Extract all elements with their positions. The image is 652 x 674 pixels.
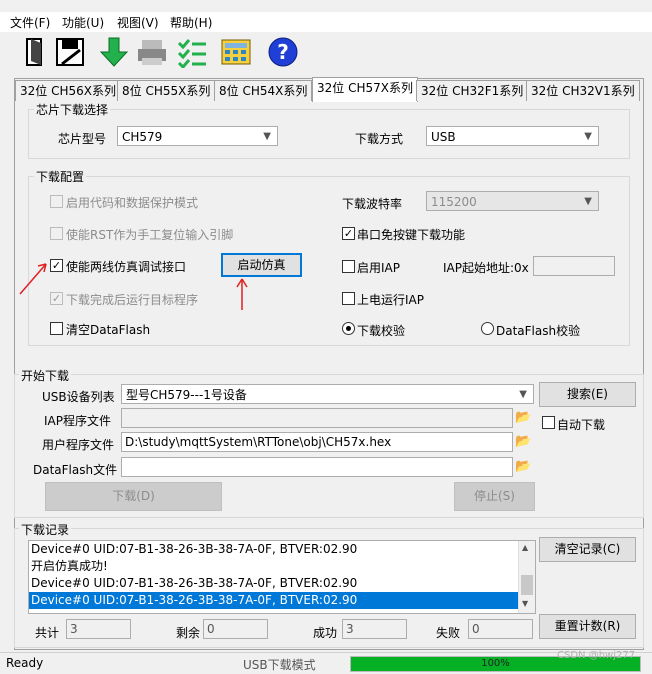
power-run-iap-label: 上电运行IAP [357, 293, 424, 307]
rst-pin-label: 使能RST作为手工复位输入引脚 [66, 228, 234, 242]
code-protect-checkbox[interactable] [50, 195, 63, 208]
tab-ch55x[interactable]: 8位 CH55X系列 [117, 80, 216, 101]
tab-ch54x[interactable]: 8位 CH54X系列 [214, 80, 313, 101]
dataflash-verify-radio[interactable] [481, 322, 494, 335]
config-title: 下载配置 [34, 168, 87, 185]
iap-address-label: IAP起始地址:0x [443, 261, 529, 275]
help-glyph: ? [277, 40, 289, 64]
dataflash-verify-label: DataFlash校验 [496, 324, 581, 338]
serial-nokey-checkbox[interactable]: ✓ [342, 227, 355, 240]
menu-view[interactable]: 视图(V) [117, 14, 159, 31]
baud-value: 115200 [431, 195, 477, 209]
log-row[interactable]: Device#0 UID:07-B1-38-26-3B-38-7A-0F, BT… [29, 541, 535, 558]
reset-count-button[interactable]: 重置计数(R) [539, 614, 636, 639]
help-icon[interactable]: ? [267, 36, 299, 68]
folder-icon[interactable]: 📂 [515, 435, 531, 449]
menu-bar: 文件(F) 功能(U) 视图(V) 帮助(H) [0, 12, 652, 32]
auto-download-label: 自动下载 [557, 418, 606, 432]
search-button[interactable]: 搜索(E) [539, 382, 636, 407]
checklist-icon[interactable] [176, 36, 208, 70]
clear-log-button[interactable]: 清空记录(C) [539, 537, 636, 562]
save-icon[interactable] [54, 36, 86, 68]
scroll-down-icon[interactable]: ▼ [522, 599, 528, 608]
success-label: 成功 [313, 626, 338, 640]
folder-icon[interactable]: 📂 [515, 460, 531, 474]
annotation-arrow-icon [236, 278, 248, 310]
tab-ch57x[interactable]: 32位 CH57X系列 [312, 77, 418, 102]
iap-file-label: IAP程序文件 [44, 414, 111, 428]
folder-icon[interactable]: 📂 [515, 411, 531, 425]
swd-label: 使能两线仿真调试接口 [66, 260, 187, 274]
scroll-up-icon[interactable]: ▲ [522, 543, 528, 552]
fail-count: 0 [468, 619, 533, 639]
start-download-title: 开始下载 [19, 367, 72, 384]
clear-dataflash-checkbox[interactable] [50, 322, 63, 335]
annotation-arrow-icon [19, 263, 47, 295]
tab-ch56x[interactable]: 32位 CH56X系列 [15, 80, 121, 101]
verify-label: 下载校验 [357, 324, 406, 338]
remain-label: 剩余 [176, 626, 201, 640]
status-mode: USB下载模式 [243, 658, 316, 672]
log-row[interactable]: 开启仿真成功! [29, 558, 535, 575]
usb-device-label: USB设备列表 [42, 390, 115, 404]
iap-file-input[interactable] [121, 408, 513, 428]
stop-button[interactable]: 停止(S) [454, 482, 535, 511]
chip-model-select[interactable]: CH579 ▼ [117, 126, 278, 146]
download-arrow-icon[interactable] [98, 36, 130, 68]
menu-file[interactable]: 文件(F) [10, 14, 50, 31]
enable-iap-checkbox[interactable] [342, 260, 355, 273]
clear-dataflash-label: 清空DataFlash [66, 323, 151, 337]
status-ready: Ready [6, 656, 44, 670]
chevron-down-icon: ▼ [584, 196, 592, 207]
rst-pin-checkbox[interactable] [50, 227, 63, 240]
log-row[interactable]: Device#0 UID:07-B1-38-26-3B-38-7A-0F, BT… [29, 575, 535, 592]
baud-label: 下载波特率 [342, 197, 403, 211]
verify-radio[interactable] [342, 322, 355, 335]
serial-nokey-label: 串口免按键下载功能 [357, 228, 466, 242]
log-list[interactable]: Device#0 UID:07-B1-38-26-3B-38-7A-0F, BT… [28, 540, 536, 614]
usb-device-select[interactable]: 型号CH579---1号设备 ▼ [121, 384, 534, 404]
run-after-label: 下载完成后运行目标程序 [66, 293, 199, 307]
chevron-down-icon: ▼ [519, 389, 527, 400]
tab-ch32v1[interactable]: 32位 CH32V1系列 [526, 80, 640, 101]
calculator-icon[interactable] [220, 36, 252, 68]
menu-function[interactable]: 功能(U) [62, 14, 104, 31]
log-scrollbar[interactable]: ▲ ▼ [518, 541, 535, 613]
printer-icon[interactable] [136, 36, 168, 68]
total-count: 3 [66, 619, 131, 639]
open-file-icon[interactable] [19, 36, 51, 68]
toolbar: ? [0, 32, 652, 74]
download-mode-label: 下载方式 [355, 132, 404, 146]
chevron-down-icon: ▼ [263, 131, 271, 142]
start-emulation-button[interactable]: 启动仿真 [221, 253, 302, 277]
fail-label: 失败 [436, 626, 461, 640]
download-mode-select[interactable]: USB ▼ [426, 126, 599, 146]
remain-count: 0 [203, 619, 268, 639]
chip-model-label: 芯片型号 [58, 132, 107, 146]
enable-iap-label: 启用IAP [357, 261, 400, 275]
chip-model-value: CH579 [122, 130, 163, 144]
power-run-iap-checkbox[interactable] [342, 292, 355, 305]
usb-device-value: 型号CH579---1号设备 [126, 388, 247, 402]
user-file-label: 用户程序文件 [42, 438, 115, 452]
menu-help[interactable]: 帮助(H) [170, 14, 212, 31]
scroll-thumb[interactable] [521, 575, 533, 595]
success-count: 3 [342, 619, 407, 639]
tab-ch32f1[interactable]: 32位 CH32F1系列 [416, 80, 529, 101]
dataflash-file-label: DataFlash文件 [33, 463, 118, 477]
baud-select[interactable]: 115200 ▼ [426, 191, 599, 211]
dataflash-file-input[interactable] [121, 457, 513, 477]
iap-address-input[interactable] [533, 256, 615, 276]
log-title: 下载记录 [19, 521, 72, 538]
code-protect-label: 启用代码和数据保护模式 [66, 196, 199, 210]
watermark: CSDN @hwj277 [557, 650, 636, 661]
total-label: 共计 [35, 626, 60, 640]
download-button[interactable]: 下载(D) [45, 482, 222, 511]
download-mode-value: USB [431, 130, 456, 144]
chevron-down-icon: ▼ [584, 131, 592, 142]
auto-download-checkbox[interactable] [542, 416, 555, 429]
log-row[interactable]: Device#0 UID:07-B1-38-26-3B-38-7A-0F, BT… [29, 592, 535, 609]
chip-select-title: 芯片下载选择 [34, 101, 111, 118]
user-file-input[interactable]: D:\study\mqttSystem\RTTone\obj\CH57x.hex [121, 432, 513, 452]
